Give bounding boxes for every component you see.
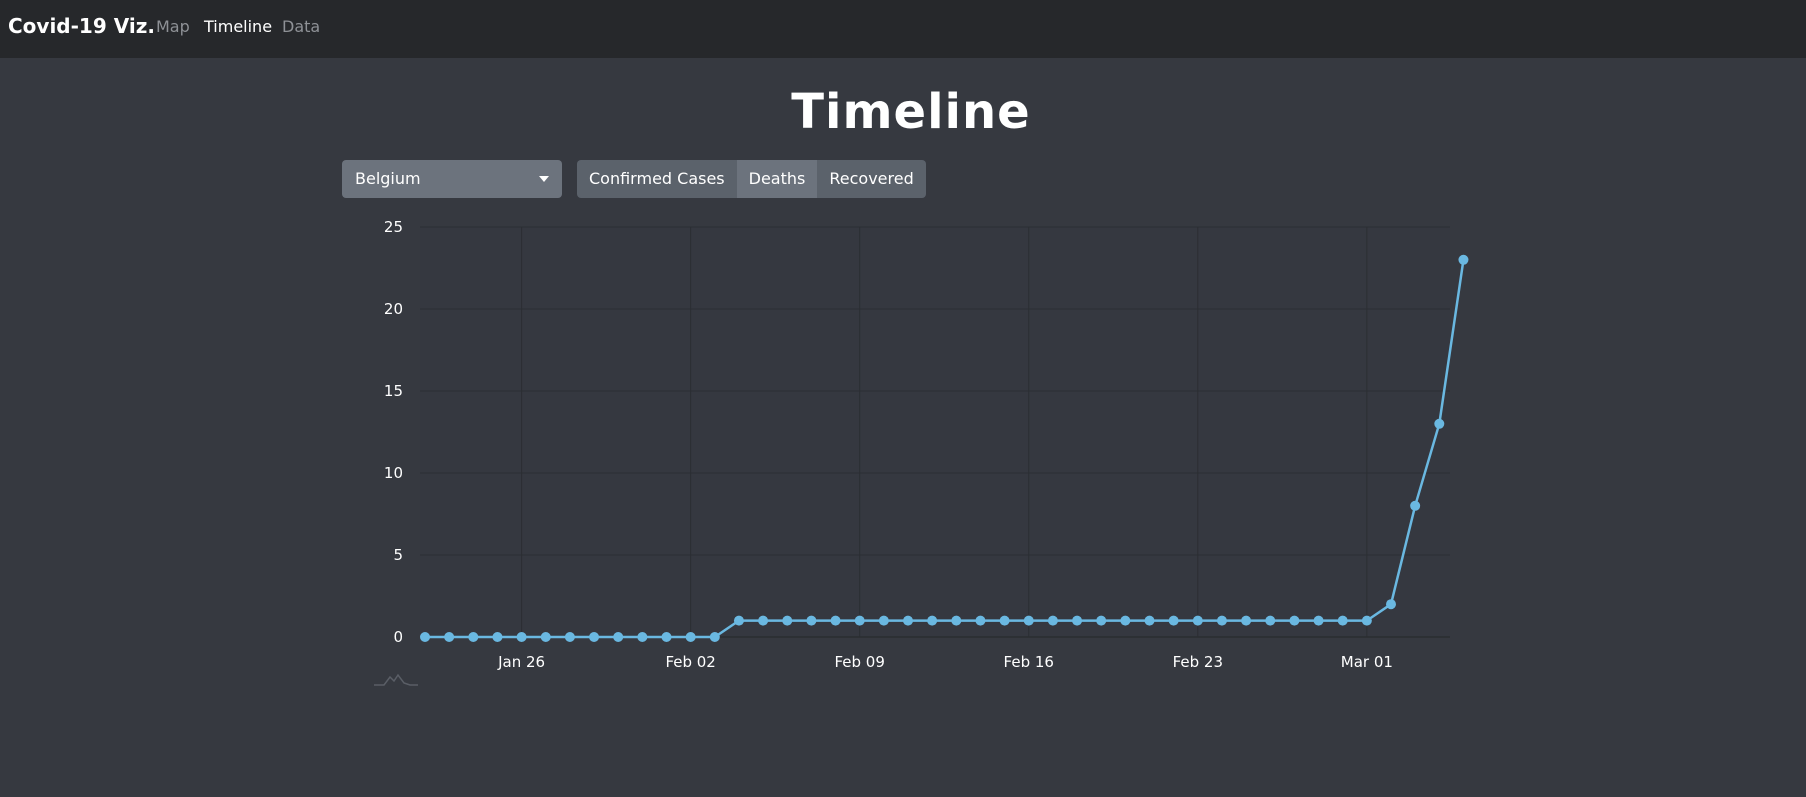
y-tick-label: 5 [393,546,403,564]
x-tick-label: Feb 02 [665,653,715,671]
data-point [999,615,1010,626]
data-point [1216,615,1227,626]
data-point [854,615,865,626]
chevron-down-icon [539,176,549,182]
data-point [1337,615,1348,626]
data-point [903,615,913,626]
nav-link-map[interactable]: Map [156,17,190,37]
recovered-button[interactable]: Recovered [817,160,926,198]
country-select[interactable]: Belgium [342,160,562,198]
data-point [420,632,430,642]
data-point [782,615,793,626]
y-tick-label: 15 [384,382,403,400]
country-select-value: Belgium [355,169,421,188]
plot-area [420,227,1450,637]
y-tick-label: 0 [393,628,403,646]
data-point [1096,615,1107,626]
data-point [492,632,503,642]
data-point [975,615,986,626]
data-point [661,632,672,642]
y-tick-label: 10 [384,464,403,482]
y-tick-label: 25 [384,218,403,236]
data-point [1265,615,1276,626]
x-tick-label: Mar 01 [1341,653,1393,671]
x-tick-label: Jan 26 [497,653,545,671]
data-point [516,632,527,642]
chart-svg: 0 5 10 15 20 25 Jan 26 Feb 02 Feb 09 Feb 16 Feb 23… [374,218,1469,686]
page-title: Timeline [791,84,1031,140]
data-point [951,615,962,626]
y-tick-label: 20 [384,300,403,318]
data-point [468,632,479,642]
metric-toggle-group: Confirmed Cases Deaths Recovered [577,160,926,198]
confirmed-cases-button[interactable]: Confirmed Cases [577,160,737,198]
x-tick-label: Feb 16 [1004,653,1054,671]
zoom-reset-icon [374,673,418,686]
deaths-button[interactable]: Deaths [736,160,818,198]
data-point [1192,615,1203,626]
data-point [709,632,720,642]
data-point [1241,615,1252,626]
data-point [1313,615,1324,626]
data-point [1047,615,1058,626]
data-point [1144,615,1155,626]
data-point [540,632,551,642]
nav-link-data[interactable]: Data [282,17,320,37]
data-point [878,615,889,626]
data-point [1023,615,1034,626]
data-point [1410,500,1421,511]
data-point [927,615,938,626]
timeline-chart: 0 5 10 15 20 25 Jan 26 Feb 02 Feb 09 Feb 16 Feb 23… [360,215,1469,695]
data-point [444,632,455,642]
data-point [1120,615,1131,626]
data-point [1386,599,1396,610]
data-point [637,632,648,642]
data-point [1361,615,1372,626]
data-point [1434,418,1445,429]
data-point [685,632,696,642]
data-point [1168,615,1179,626]
x-tick-label: Feb 09 [834,653,884,671]
data-point [589,632,600,642]
data-point [830,615,841,626]
data-point [758,615,769,626]
nav-link-timeline[interactable]: Timeline [204,17,272,37]
top-navbar: Covid-19 Viz. Map Timeline Data [0,0,1806,58]
data-point [1289,615,1300,626]
x-tick-label: Feb 23 [1173,653,1223,671]
data-point [806,615,817,626]
brand-logo[interactable]: Covid-19 Viz. [8,14,155,38]
data-point [564,632,575,642]
data-point [1072,615,1083,626]
data-point [733,615,744,626]
data-point [613,632,624,642]
data-point [1458,254,1469,265]
